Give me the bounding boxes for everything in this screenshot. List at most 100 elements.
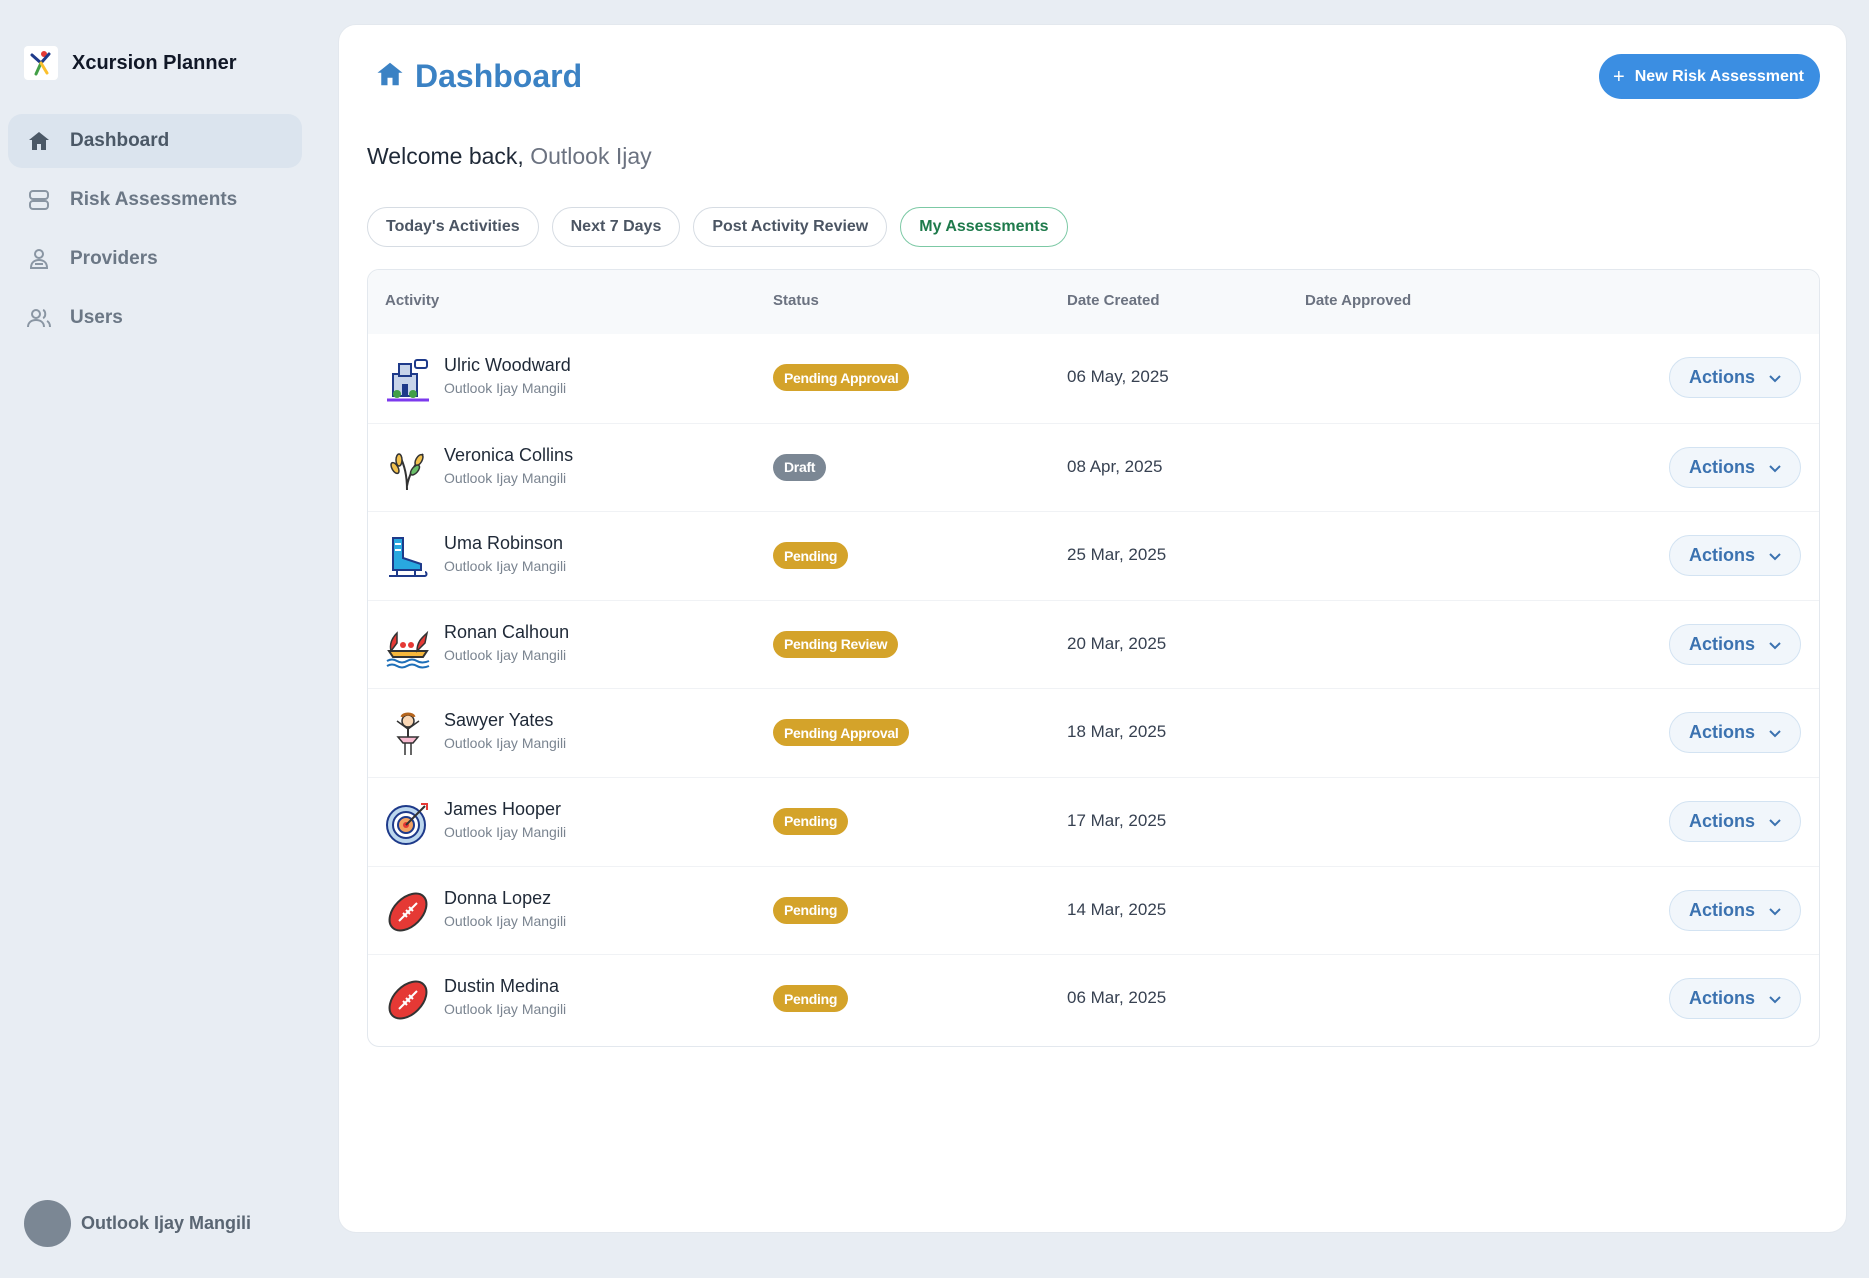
date-created: 06 Mar, 2025	[1067, 988, 1167, 1008]
status-badge: Pending	[773, 807, 849, 835]
chevron-down-icon	[1769, 900, 1781, 921]
new-risk-assessment-label: New Risk Assessment	[1634, 67, 1804, 85]
sidebar-item-label: Dashboard	[70, 130, 170, 151]
activity-owner: Outlook Ijay Mangili	[444, 912, 567, 929]
actions-dropdown-button[interactable]: Actions	[1669, 623, 1801, 665]
brand[interactable]: Xcursion Planner	[24, 46, 237, 80]
table-header: Activity Status Date Created Date Approv…	[368, 270, 1819, 334]
date-created: 18 Mar, 2025	[1067, 722, 1167, 742]
tab-post-activity-review[interactable]: Post Activity Review	[693, 207, 888, 247]
table-row[interactable]: Donna Lopez Outlook Ijay Mangili Pending…	[368, 865, 1819, 955]
actions-dropdown-button[interactable]: Actions	[1669, 446, 1801, 488]
sidebar-item-label: Providers	[70, 248, 158, 269]
actions-dropdown-button[interactable]: Actions	[1669, 357, 1801, 398]
sidebar-item-label: Users	[70, 307, 123, 328]
assessments-table: Activity Status Date Created Date Approv…	[367, 269, 1820, 1047]
activity-name[interactable]: James Hooper	[444, 799, 561, 820]
brand-name: Xcursion Planner	[72, 51, 237, 74]
page-title: Dashboard	[375, 58, 582, 95]
activity-name[interactable]: Sawyer Yates	[444, 710, 553, 731]
column-header-date-approved[interactable]: Date Approved	[1305, 292, 1411, 309]
activity-owner: Outlook Ijay Mangili	[444, 646, 567, 663]
welcome-message: Welcome back, Outlook Ijay	[367, 143, 652, 170]
plus-icon: +	[1613, 65, 1625, 88]
table-row[interactable]: Ronan Calhoun Outlook Ijay Mangili Pendi…	[368, 599, 1819, 689]
tab-next-7-days[interactable]: Next 7 Days	[551, 207, 681, 247]
chevron-down-icon	[1769, 634, 1781, 655]
activity-name[interactable]: Uma Robinson	[444, 533, 563, 554]
activity-owner: Outlook Ijay Mangili	[444, 469, 567, 486]
sidebar-item-risk-assessments[interactable]: Risk Assessments	[8, 173, 302, 227]
activity-name[interactable]: Veronica Collins	[444, 445, 573, 466]
user-name: Outlook Ijay Mangili	[81, 1213, 252, 1233]
rugby-ball-icon	[385, 889, 431, 935]
tab-my-assessments[interactable]: My Assessments	[900, 207, 1068, 247]
chevron-down-icon	[1769, 457, 1781, 478]
column-header-activity[interactable]: Activity	[385, 292, 439, 309]
table-row[interactable]: Sawyer Yates Outlook Ijay Mangili Pendin…	[368, 688, 1819, 777]
new-risk-assessment-button[interactable]: + New Risk Assessment	[1599, 54, 1820, 99]
actions-dropdown-button[interactable]: Actions	[1669, 712, 1801, 754]
actions-dropdown-button[interactable]: Actions	[1669, 889, 1801, 931]
home-icon	[375, 59, 405, 94]
table-row[interactable]: Dustin Medina Outlook Ijay Mangili Pendi…	[368, 954, 1819, 1043]
database-icon	[26, 187, 52, 213]
activity-owner: Outlook Ijay Mangili	[444, 1001, 567, 1018]
sidebar-item-users[interactable]: Users	[8, 291, 302, 345]
date-created: 08 Apr, 2025	[1067, 456, 1163, 476]
activity-name[interactable]: Dustin Medina	[444, 976, 559, 997]
actions-dropdown-button[interactable]: Actions	[1669, 800, 1801, 842]
providers-icon	[26, 246, 52, 272]
actions-label: Actions	[1688, 722, 1755, 743]
actions-label: Actions	[1688, 367, 1755, 387]
sidebar-item-providers[interactable]: Providers	[8, 232, 302, 286]
activity-owner: Outlook Ijay Mangili	[444, 558, 567, 575]
tab-todays-activities[interactable]: Today's Activities	[367, 207, 539, 247]
table-row[interactable]: James Hooper Outlook Ijay Mangili Pendin…	[368, 776, 1819, 866]
date-created: 17 Mar, 2025	[1067, 810, 1167, 830]
chevron-down-icon	[1769, 811, 1781, 832]
actions-label: Actions	[1688, 545, 1755, 566]
actions-label: Actions	[1688, 456, 1755, 477]
sidebar-nav: Dashboard Risk Assessments Providers Use…	[8, 114, 302, 350]
castle-icon	[385, 356, 431, 402]
activity-owner: Outlook Ijay Mangili	[444, 823, 567, 840]
brand-logo-icon	[24, 46, 58, 80]
table-row[interactable]: Veronica Collins Outlook Ijay Mangili Dr…	[368, 422, 1819, 512]
sidebar-item-dashboard[interactable]: Dashboard	[8, 114, 302, 168]
activity-name[interactable]: Donna Lopez	[444, 888, 551, 909]
actions-dropdown-button[interactable]: Actions	[1669, 978, 1801, 1020]
activity-owner: Outlook Ijay Mangili	[444, 380, 567, 396]
rugby-ball-icon	[385, 977, 431, 1023]
sidebar-item-label: Risk Assessments	[70, 189, 238, 210]
table-row[interactable]: Uma Robinson Outlook Ijay Mangili Pendin…	[368, 511, 1819, 600]
column-header-status[interactable]: Status	[773, 292, 819, 309]
ballerina-icon	[385, 711, 431, 757]
date-created: 14 Mar, 2025	[1067, 899, 1167, 919]
table-body: Ulric Woodward Outlook Ijay Mangili Pend…	[368, 334, 1819, 1043]
main-panel: Dashboard + New Risk Assessment Welcome …	[338, 24, 1847, 1233]
chevron-down-icon	[1769, 988, 1781, 1009]
actions-label: Actions	[1688, 633, 1755, 654]
chevron-down-icon	[1769, 367, 1781, 388]
date-created: 25 Mar, 2025	[1067, 545, 1167, 565]
ice-skate-icon	[385, 534, 431, 580]
dragon-boat-icon	[385, 623, 431, 669]
actions-dropdown-button[interactable]: Actions	[1669, 535, 1801, 577]
wheat-icon	[385, 446, 431, 492]
activity-name[interactable]: Ulric Woodward	[444, 355, 571, 376]
activity-owner: Outlook Ijay Mangili	[444, 735, 567, 752]
status-badge: Pending	[773, 542, 849, 570]
column-header-date-created[interactable]: Date Created	[1067, 292, 1160, 309]
status-badge: Draft	[773, 453, 827, 481]
chevron-down-icon	[1769, 722, 1781, 743]
chevron-down-icon	[1769, 545, 1781, 566]
status-badge: Pending Approval	[773, 719, 910, 747]
home-icon	[26, 128, 52, 154]
activity-name[interactable]: Ronan Calhoun	[444, 622, 569, 643]
table-row[interactable]: Ulric Woodward Outlook Ijay Mangili Pend…	[368, 334, 1819, 423]
actions-label: Actions	[1688, 988, 1755, 1009]
users-icon	[26, 305, 52, 331]
welcome-prefix: Welcome back,	[367, 143, 524, 169]
current-user[interactable]: Outlook Ijay Mangili	[24, 1200, 251, 1247]
